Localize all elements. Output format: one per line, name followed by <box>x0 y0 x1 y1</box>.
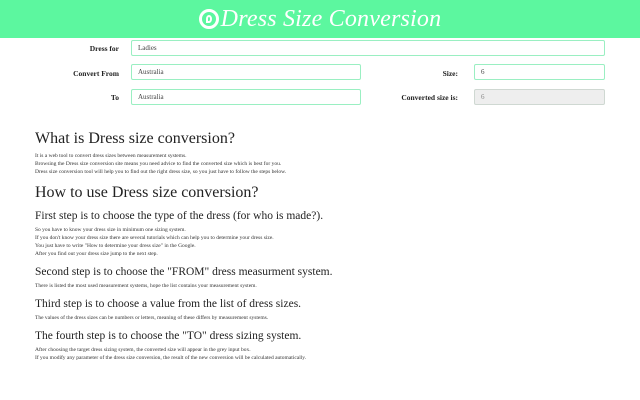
step4-line-1: After choosing the target dress sizing s… <box>35 347 251 353</box>
what-line-2: Browsing the Dress size conversion site … <box>35 161 282 167</box>
converted-size-output: 6 <box>474 89 605 105</box>
logo-icon <box>198 9 219 29</box>
step4-line-2: If you modify any parameter of the dress… <box>35 355 307 361</box>
convert-from-label: Convert From <box>73 69 119 78</box>
page-title: Dress Size Conversion <box>220 5 442 32</box>
step2-line-1: There is listed the most used measuremen… <box>35 283 257 289</box>
convert-from-select[interactable]: Australia <box>131 64 361 80</box>
step1-section: First step is to choose the type of the … <box>35 210 640 258</box>
size-label: Size: <box>442 69 458 78</box>
what-heading: What is Dress size conversion? <box>35 130 235 147</box>
header-bar: Dress Size Conversion <box>0 0 640 38</box>
what-line-3: Dress size conversion tool will help you… <box>35 169 287 175</box>
step4-section: The fourth step is to choose the "TO" dr… <box>35 330 640 362</box>
what-section: What is Dress size conversion? It is a w… <box>35 130 640 176</box>
conversion-form: Dress for Ladies Convert From Australia … <box>0 38 640 116</box>
step3-heading: Third step is to choose a value from the… <box>35 298 302 310</box>
how-heading: How to use Dress size conversion? <box>35 184 259 201</box>
step1-line-2: If you don't know your dress size there … <box>35 235 274 241</box>
to-select[interactable]: Australia <box>131 89 361 105</box>
step2-section: Second step is to choose the "FROM" dres… <box>35 266 640 290</box>
step1-line-1: So you have to know your dress size in m… <box>35 227 186 233</box>
what-line-1: It is a web tool to convert dress sizes … <box>35 153 187 159</box>
step2-heading: Second step is to choose the "FROM" dres… <box>35 266 333 278</box>
dress-for-label: Dress for <box>89 44 119 53</box>
content-area: What is Dress size conversion? It is a w… <box>0 116 640 362</box>
step1-line-3: You just have to write "How to determine… <box>35 243 196 249</box>
step1-line-4: After you find out your dress size jump … <box>35 251 158 257</box>
step3-line-1: The values of the dress sizes can be num… <box>35 315 269 321</box>
step1-heading: First step is to choose the type of the … <box>35 210 324 222</box>
size-select[interactable]: 6 <box>474 64 605 80</box>
to-label: To <box>110 93 119 102</box>
step3-section: Third step is to choose a value from the… <box>35 298 640 322</box>
converted-size-label: Converted size is: <box>401 93 458 102</box>
dress-for-select[interactable]: Ladies <box>131 40 605 56</box>
step4-heading: The fourth step is to choose the "TO" dr… <box>35 330 302 342</box>
